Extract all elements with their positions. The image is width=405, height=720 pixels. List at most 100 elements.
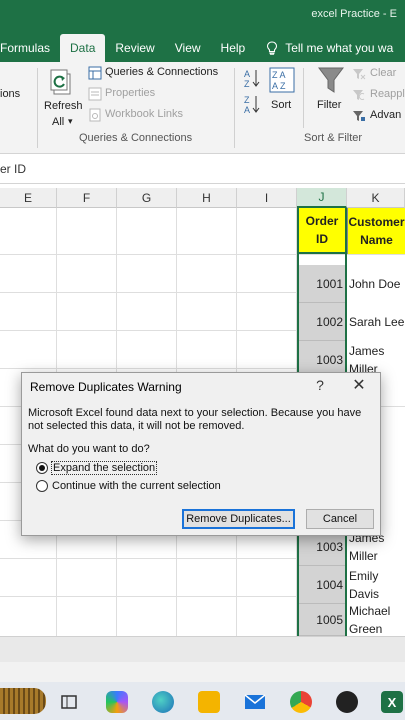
sort-button[interactable]: Z AA Z Sort: [267, 65, 297, 117]
svg-text:Z: Z: [244, 79, 250, 88]
edge-icon[interactable]: [152, 691, 174, 713]
sort-label: Sort: [271, 99, 292, 111]
queries-connections-button[interactable]: Queries & Connections: [88, 65, 228, 83]
order-id-cell[interactable]: 1005: [297, 604, 347, 636]
svg-text:A: A: [244, 105, 250, 114]
tab-formulas[interactable]: Formulas: [0, 34, 60, 62]
ribbon-separator: [234, 68, 235, 148]
properties-label: Properties: [105, 87, 156, 99]
workbook-links-label: Workbook Links: [105, 108, 184, 120]
customer-name-cell[interactable]: Sarah Lee: [347, 303, 405, 341]
queries-connections-label: Queries & Connections: [105, 66, 219, 78]
header-cell-order-id[interactable]: Order ID: [297, 208, 347, 254]
filter-funnel-icon: [318, 67, 344, 93]
wallpaper-thumb: [0, 688, 46, 714]
column-header-g[interactable]: G: [117, 188, 177, 208]
sort-dialog-icon: Z AA Z: [269, 67, 295, 93]
column-header-h[interactable]: H: [177, 188, 237, 208]
continue-selection-option[interactable]: Continue with the current selection: [36, 480, 221, 492]
expand-selection-label: Expand the selection: [50, 461, 158, 475]
refresh-icon: [50, 69, 71, 95]
ribbon-separator: [303, 68, 304, 128]
column-header-j[interactable]: J: [297, 188, 347, 208]
window-title: excel Practice - E: [311, 8, 397, 20]
app-icon[interactable]: [336, 691, 358, 713]
workbook-links-button[interactable]: Workbook Links: [88, 107, 208, 125]
clear-button[interactable]: Clear: [352, 65, 405, 83]
status-bar: [0, 662, 405, 682]
sheet-tab-bar: [0, 636, 405, 662]
tell-me-label: Tell me what you wa: [285, 41, 394, 55]
chrome-icon[interactable]: [290, 691, 312, 713]
task-view-icon[interactable]: [58, 691, 80, 713]
remove-duplicates-warning-dialog: Remove Duplicates Warning ? ✕ Microsoft …: [21, 372, 381, 536]
file-explorer-icon[interactable]: [198, 691, 220, 713]
grid-line: [0, 254, 405, 255]
tab-data[interactable]: Data: [60, 34, 106, 62]
close-icon[interactable]: ✕: [350, 375, 368, 395]
excel-window: excel Practice - E Formulas Data Review …: [0, 0, 405, 720]
help-icon[interactable]: ?: [312, 377, 328, 393]
advanced-filter-icon: [353, 111, 365, 121]
excel-icon[interactable]: X: [381, 691, 403, 713]
expand-selection-option[interactable]: Expand the selection: [36, 461, 158, 475]
ribbon: ions Refresh All ▾ Queries & Connections…: [0, 62, 405, 154]
ribbon-separator: [37, 68, 38, 148]
formula-bar[interactable]: er ID: [0, 154, 405, 184]
reapply-label: Reapplу: [370, 88, 405, 100]
properties-button[interactable]: Properties: [88, 86, 208, 104]
filter-button[interactable]: Filter: [314, 65, 348, 117]
lightbulb-icon: [267, 41, 278, 55]
advanced-label: Advan: [370, 109, 402, 121]
tab-view[interactable]: View: [165, 34, 211, 62]
radio-continue[interactable]: [36, 480, 48, 492]
dialog-message: Microsoft Excel found data next to your …: [28, 407, 362, 432]
order-id-cell[interactable]: 1001: [297, 265, 347, 303]
title-bar: excel Practice - E Formulas Data Review …: [0, 0, 405, 62]
tab-help[interactable]: Help: [211, 34, 256, 62]
workbook-links-icon: [89, 108, 101, 122]
svg-text:Z: Z: [244, 95, 250, 105]
sort-za-icon[interactable]: ZA: [243, 94, 263, 114]
ribbon-clipped-label: ions: [0, 88, 21, 100]
svg-text:Z A: Z A: [272, 70, 286, 80]
copilot-icon[interactable]: [106, 691, 128, 713]
clear-label: Clear: [370, 67, 397, 79]
dialog-question: What do you want to do?: [28, 443, 150, 455]
column-header-e[interactable]: E: [0, 188, 57, 208]
clear-filter-icon: [353, 69, 366, 80]
chevron-down-icon: ▾: [68, 116, 73, 126]
remove-duplicates-button[interactable]: Remove Duplicates...: [182, 509, 295, 529]
header-cell-customer-name[interactable]: Customer Name: [347, 208, 405, 254]
customer-name-cell[interactable]: Emily Davis: [347, 566, 405, 604]
sort-az-icon[interactable]: AZ: [243, 68, 263, 88]
column-header-i[interactable]: I: [237, 188, 297, 208]
svg-text:A Z: A Z: [272, 81, 286, 91]
dialog-title: Remove Duplicates Warning: [30, 380, 182, 394]
tell-me-box[interactable]: Tell me what you wa: [255, 34, 403, 62]
advanced-button[interactable]: Advan: [352, 107, 405, 125]
cancel-button[interactable]: Cancel: [306, 509, 374, 529]
queries-icon: [88, 66, 102, 80]
order-id-cell[interactable]: 1004: [297, 566, 347, 604]
refresh-all-label: All: [52, 116, 65, 128]
reapply-icon: [353, 90, 365, 100]
column-header-f[interactable]: F: [57, 188, 117, 208]
taskbar: X: [0, 682, 405, 720]
filter-label: Filter: [317, 99, 342, 111]
customer-name-cell[interactable]: John Doe: [347, 265, 405, 303]
refresh-label: Refresh: [44, 100, 83, 112]
group-label-queries: Queries & Connections: [79, 132, 193, 144]
properties-icon: [88, 87, 102, 101]
svg-text:A: A: [244, 69, 250, 79]
ribbon-tabs: Formulas Data Review View Help Tell me w…: [0, 34, 403, 62]
reapply-button[interactable]: Reapplу: [352, 86, 405, 104]
refresh-all-button[interactable]: Refresh All ▾: [42, 66, 84, 130]
tab-review[interactable]: Review: [105, 34, 164, 62]
order-id-cell[interactable]: 1002: [297, 303, 347, 341]
customer-name-cell[interactable]: Michael Green: [347, 604, 405, 636]
radio-expand[interactable]: [36, 462, 48, 474]
column-header-k[interactable]: K: [347, 188, 405, 208]
formula-bar-text: er ID: [0, 162, 27, 176]
mail-icon[interactable]: [244, 691, 266, 713]
